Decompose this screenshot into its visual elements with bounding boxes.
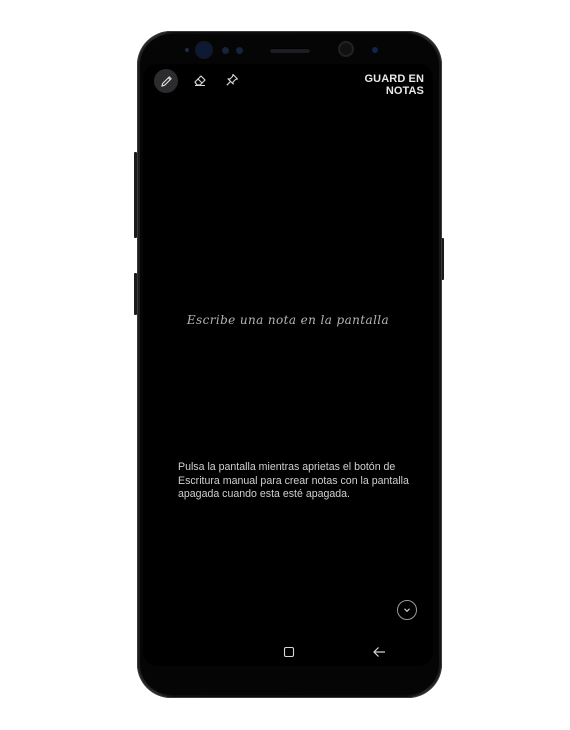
back-arrow-icon <box>373 647 385 657</box>
canvas-placeholder: Escribe una nota en la pantalla <box>186 313 390 327</box>
earpiece-speaker <box>270 48 310 53</box>
recent-apps-icon <box>283 646 295 658</box>
instructions-text: Pulsa la pantalla mientras aprietas el b… <box>178 461 409 500</box>
pin-tool-button[interactable] <box>221 69 243 91</box>
recent-apps-button[interactable] <box>283 643 295 658</box>
expand-options-button[interactable] <box>397 600 417 620</box>
save-to-notes-button[interactable]: GUARD EN NOTAS <box>330 73 424 97</box>
proximity-sensor <box>185 48 189 52</box>
pen-icon <box>160 75 172 87</box>
sensor-dot <box>222 47 229 54</box>
pen-tool-button[interactable] <box>154 69 178 93</box>
pin-icon <box>226 73 239 86</box>
eraser-icon <box>194 75 206 86</box>
chevron-down-icon <box>404 608 410 613</box>
eraser-tool-button[interactable] <box>189 69 211 91</box>
front-camera <box>340 43 352 55</box>
back-button[interactable] <box>372 643 386 657</box>
iris-led <box>372 47 378 53</box>
iris-scanner <box>197 43 211 57</box>
screen-off-memo-canvas[interactable] <box>143 64 433 666</box>
sensor-dot <box>236 47 243 54</box>
